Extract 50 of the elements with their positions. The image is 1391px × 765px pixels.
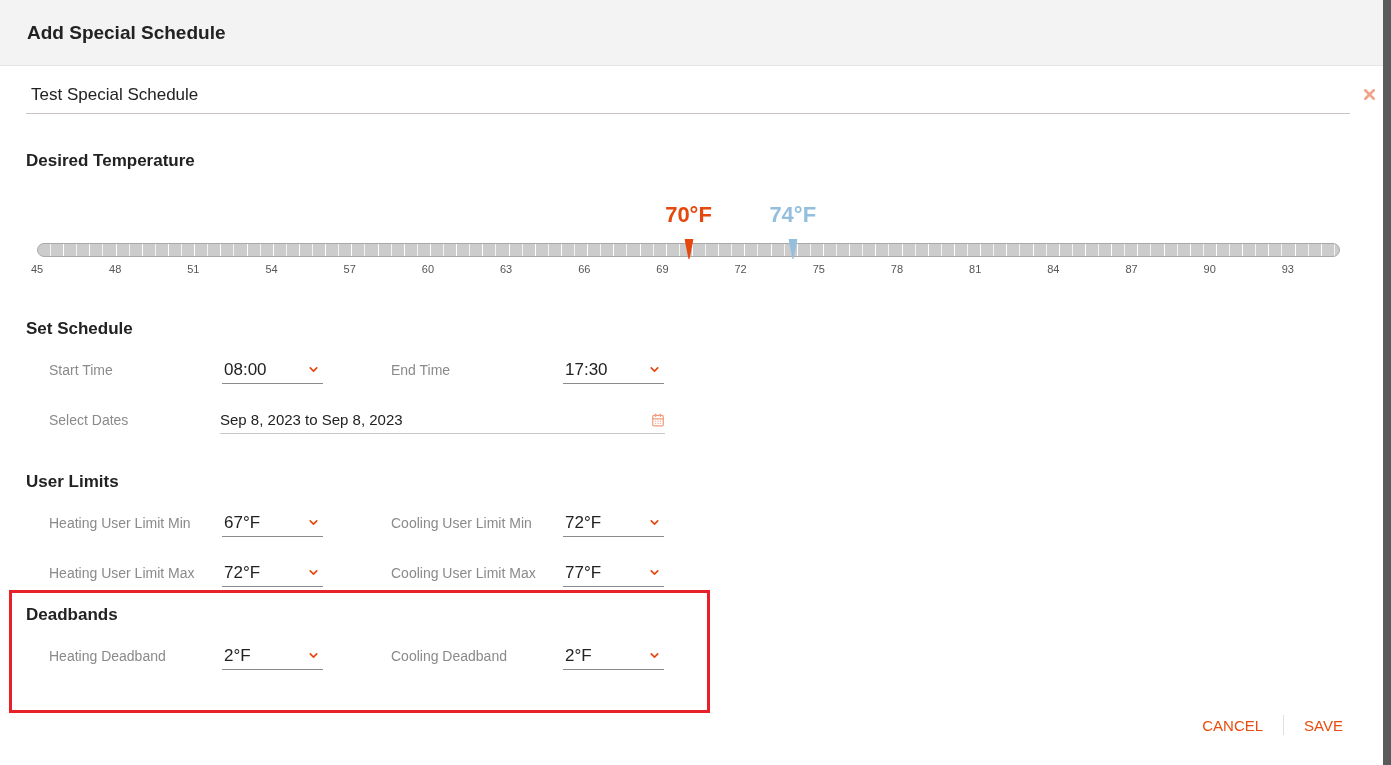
dropdown-field[interactable]: 08:00 (222, 356, 323, 384)
section-heading: Set Schedule (26, 318, 134, 340)
scale-label: 51 (187, 263, 200, 275)
temperature-reading: 74°F (769, 202, 817, 228)
temperature-reading: 70°F (665, 202, 712, 228)
scale-label: 75 (812, 263, 825, 275)
dropdown-field[interactable]: 77°F (563, 559, 664, 587)
scale-label: 78 (890, 263, 904, 275)
field-label: Heating User Limit Min (49, 515, 192, 531)
dropdown-field[interactable]: 67°F (222, 509, 323, 537)
scale-label: 60 (421, 263, 434, 275)
dialog-title: Add Special Schedule (27, 21, 226, 44)
section-heading: Deadbands (26, 604, 119, 626)
close-icon[interactable] (1361, 86, 1378, 103)
dialog-button[interactable]: SAVE (1304, 716, 1343, 734)
calendar-icon (651, 412, 665, 427)
scale-label: 87 (1125, 263, 1138, 275)
dropdown-field[interactable]: 72°F (222, 559, 323, 587)
temperature-slider-track[interactable] (37, 243, 1340, 257)
field-label: Cooling Deadband (391, 648, 508, 664)
scale-label: 90 (1203, 263, 1216, 275)
schedule-name-field[interactable]: Test Special Schedule (26, 76, 1350, 114)
date-range-field[interactable]: Sep 8, 2023 to Sep 8, 2023 (220, 406, 665, 434)
scale-label: 63 (499, 263, 513, 275)
scale-label: 93 (1281, 263, 1294, 275)
section-heading: Desired Temperature (26, 150, 196, 172)
scale-label: 48 (109, 263, 122, 275)
field-label: Select Dates (49, 412, 130, 428)
scale-label: 66 (578, 263, 591, 275)
scale-label: 81 (969, 263, 982, 275)
field-label: Cooling User Limit Min (391, 515, 533, 531)
slider-thumb[interactable] (684, 239, 693, 259)
scale-label: 84 (1047, 263, 1060, 275)
dropdown-field[interactable]: 2°F (563, 642, 664, 670)
scale-label: 54 (265, 263, 278, 275)
field-label: Start Time (49, 362, 114, 378)
field-label: End Time (391, 362, 452, 378)
section-heading: User Limits (26, 471, 120, 493)
scale-label: 45 (30, 263, 44, 275)
scale-label: 69 (656, 263, 669, 275)
dropdown-field[interactable]: 17:30 (563, 356, 664, 384)
field-label: Heating User Limit Max (49, 565, 196, 581)
dialog-button[interactable]: CANCEL (1202, 716, 1264, 734)
scale-label: 57 (343, 263, 356, 275)
slider-thumb[interactable] (788, 239, 798, 259)
dropdown-field[interactable]: 72°F (563, 509, 664, 537)
dropdown-field[interactable]: 2°F (222, 642, 323, 670)
scale-label: 72 (734, 263, 747, 275)
field-label: Cooling User Limit Max (391, 565, 537, 581)
field-label: Heating Deadband (49, 648, 167, 664)
